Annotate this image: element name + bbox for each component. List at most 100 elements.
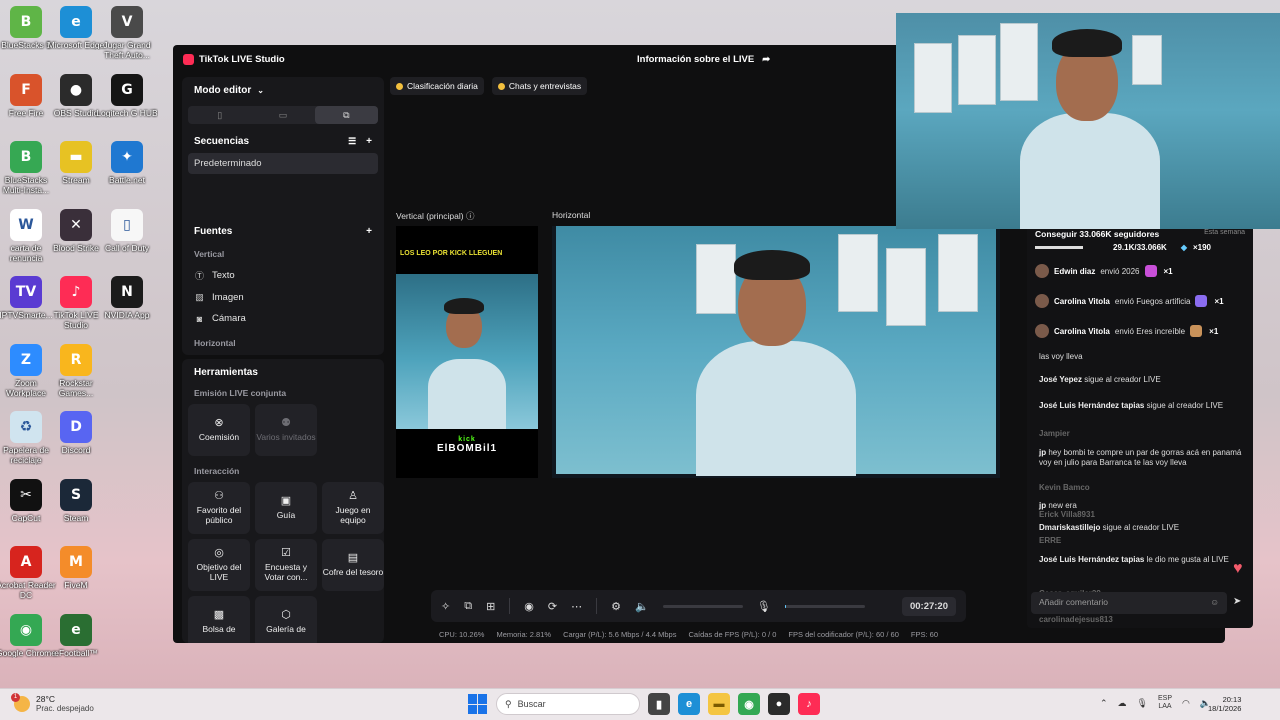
encoder-fps-stat: FPS del codificador (P/L): 60 / 60 bbox=[788, 630, 899, 639]
desktop-icon[interactable]: R Rockstar Games... bbox=[45, 343, 107, 398]
chats-interviews-tag[interactable]: Chats y entrevistas bbox=[491, 77, 588, 95]
gift-row: Carolina Vitola envió Fuegos artificia ×1 bbox=[1035, 290, 1253, 312]
add-scene-icon[interactable]: ⊞ bbox=[486, 600, 495, 613]
daily-ranking-tag[interactable]: Clasificación diaria bbox=[390, 77, 484, 95]
layout-toggle: ▯ ▭ ⧉ bbox=[188, 106, 378, 124]
windows-start-icon[interactable] bbox=[468, 694, 488, 714]
team-game-button[interactable]: ♙ Juego en equipo bbox=[322, 482, 384, 534]
microphone-icon[interactable]: 🎙 bbox=[757, 600, 771, 613]
tile-label: Cofre del tesoro bbox=[322, 567, 384, 577]
volume-slider[interactable] bbox=[662, 604, 743, 608]
app-icon: R bbox=[60, 343, 92, 376]
source-item-camera[interactable]: ◙ Cámara bbox=[188, 313, 378, 324]
fps-stat: FPS: 60 bbox=[910, 630, 939, 639]
chat-text: las voy lleva bbox=[1039, 352, 1083, 361]
tile-label: Coemisión bbox=[198, 432, 240, 442]
desktop-icon[interactable]: S Steam bbox=[45, 478, 107, 523]
coemission-button[interactable]: ⊗ Coemisión bbox=[188, 404, 250, 456]
more-icon[interactable]: ⋯ bbox=[571, 600, 582, 613]
tag-label: Clasificación diaria bbox=[407, 81, 478, 91]
treasure-chest-button[interactable]: ▤ Cofre del tesoro bbox=[322, 539, 384, 591]
audience-favorite-button[interactable]: ⚇ Favorito del público bbox=[188, 482, 250, 534]
clock[interactable]: 20:13 18/1/2026 bbox=[1208, 695, 1241, 713]
desktop-icon[interactable]: V Jugar Grand Theft Auto... bbox=[96, 6, 158, 60]
chat-message: José Luis Hernández tapias sigue al crea… bbox=[1039, 401, 1244, 411]
desktop-icon[interactable]: e eFootball™ bbox=[45, 613, 107, 658]
chat-user: carolinadejesus813 bbox=[1039, 615, 1113, 624]
mode-editor-dropdown[interactable]: Modo editor ⌄ bbox=[188, 85, 378, 96]
vertical-camera-feed bbox=[396, 274, 538, 429]
dual-layout-button[interactable]: ⧉ bbox=[314, 106, 378, 124]
chat-user: José Yepez bbox=[1039, 375, 1085, 384]
vertical-preview[interactable]: LOS LEO POR KICK LLEGUEN kick ElBOMBil1 bbox=[396, 226, 538, 478]
chrome-icon[interactable]: ◉ bbox=[738, 693, 760, 715]
mic-tray-icon[interactable]: 🎙 bbox=[1137, 698, 1148, 709]
vertical-sources-label: Vertical bbox=[194, 249, 225, 259]
add-source-button[interactable]: + bbox=[366, 226, 372, 237]
mic-level-slider[interactable] bbox=[784, 604, 865, 608]
settings-sliders-icon[interactable]: ⚙ bbox=[611, 600, 621, 613]
file-icon[interactable]: ▮ bbox=[648, 693, 670, 715]
chat-message: jp hey bombi te compre un par de gorras … bbox=[1039, 448, 1244, 468]
source-item-text[interactable]: Ⓣ Texto bbox=[188, 269, 378, 282]
memory-stat: Memoria: 2.81% bbox=[496, 630, 552, 639]
add-sequence-button[interactable]: + bbox=[366, 136, 372, 147]
obs-icon[interactable]: ● bbox=[768, 693, 790, 715]
wall-poster bbox=[958, 35, 996, 105]
tiktok-icon[interactable]: ♪ bbox=[798, 693, 820, 715]
wifi-icon[interactable]: ◠ bbox=[1182, 698, 1190, 709]
live-goal-button[interactable]: ◎ Objetivo del LIVE bbox=[188, 539, 250, 591]
horizontal-preview[interactable] bbox=[552, 226, 1000, 478]
poll-button[interactable]: ☑ Encuesta y Votar con... bbox=[255, 539, 317, 591]
wall-poster bbox=[838, 234, 878, 312]
desktop-icon[interactable]: D Discord bbox=[45, 411, 107, 455]
emoji-icon[interactable]: ☺ bbox=[1210, 597, 1219, 609]
edge-icon[interactable]: e bbox=[678, 693, 700, 715]
joint-tiles: ⊗ Coemisión ⚉ Varios invitados bbox=[188, 404, 378, 456]
sequence-item-default[interactable]: Predeterminado bbox=[188, 153, 378, 174]
app-icon: TV bbox=[10, 276, 42, 308]
language-indicator[interactable]: ESP LAA bbox=[1158, 695, 1172, 711]
source-item-image[interactable]: ▨ Imagen bbox=[188, 292, 378, 303]
send-icon[interactable]: ➤ bbox=[1233, 596, 1241, 607]
horizontal-layout-button[interactable]: ▭ bbox=[251, 106, 314, 124]
folder-icon[interactable]: ▬ bbox=[708, 693, 730, 715]
source-label: Imagen bbox=[212, 292, 244, 303]
list-icon[interactable]: ☰ bbox=[348, 136, 356, 147]
comment-input[interactable]: Añadir comentario ☺ bbox=[1031, 592, 1227, 614]
vertical-layout-button[interactable]: ▯ bbox=[188, 106, 251, 124]
guide-icon: ▣ bbox=[280, 495, 292, 507]
replay-icon[interactable]: ⟳ bbox=[548, 600, 557, 613]
desktop-icon[interactable]: N NVIDIA App bbox=[96, 276, 158, 320]
live-info-button[interactable]: Información sobre el LIVE ➦ bbox=[637, 54, 770, 65]
magic-wand-icon[interactable]: ✧ bbox=[441, 600, 450, 613]
desktop-icon[interactable]: ▯ Call of Duty bbox=[96, 208, 158, 253]
chevron-up-icon[interactable]: ⌃ bbox=[1100, 698, 1108, 709]
info-icon[interactable]: ⓘ bbox=[466, 211, 475, 221]
bag-button[interactable]: ▩ Bolsa de bbox=[188, 596, 250, 643]
desktop-icon[interactable]: ✦ Battle.net bbox=[96, 141, 158, 185]
person-figure bbox=[734, 250, 810, 280]
tiktok-logo-icon bbox=[183, 54, 194, 65]
app-icon: B bbox=[10, 141, 42, 173]
chat-message: ERRE bbox=[1039, 536, 1244, 546]
chevron-down-icon: ⌄ bbox=[257, 86, 264, 95]
tile-label: Bolsa de bbox=[202, 624, 236, 634]
source-label: Cámara bbox=[212, 313, 246, 324]
gallery-button[interactable]: ⬡ Galería de bbox=[255, 596, 317, 643]
interaction-tiles: ⚇ Favorito del público ▣ Guía ♙ Juego en eq… bbox=[188, 482, 384, 643]
app-icon: ▬ bbox=[60, 141, 92, 173]
weather-widget[interactable]: 1 28°C Prac. despejado bbox=[11, 692, 94, 713]
chat-message: Dmariskastillejo sigue al creador LIVE bbox=[1039, 523, 1244, 533]
guide-button[interactable]: ▣ Guía bbox=[255, 482, 317, 534]
speaker-icon[interactable]: 🔈 bbox=[635, 600, 649, 613]
taskbar-search[interactable]: ⚲ Buscar bbox=[496, 693, 640, 715]
multi-guest-button[interactable]: ⚉ Varios invitados bbox=[255, 404, 317, 456]
taskbar-apps: ⚲ Buscar ▮ e ▬ ◉ ● ♪ bbox=[468, 693, 820, 715]
cloud-icon[interactable]: ☁ bbox=[1118, 698, 1127, 709]
record-icon[interactable]: ◉ bbox=[524, 600, 534, 613]
team-icon: ♙ bbox=[348, 490, 358, 502]
desktop-icon[interactable]: M FiveM bbox=[45, 546, 107, 590]
capture-icon[interactable]: ⧉ bbox=[464, 600, 472, 613]
desktop-icon[interactable]: G Logitech G HUB bbox=[96, 73, 158, 118]
